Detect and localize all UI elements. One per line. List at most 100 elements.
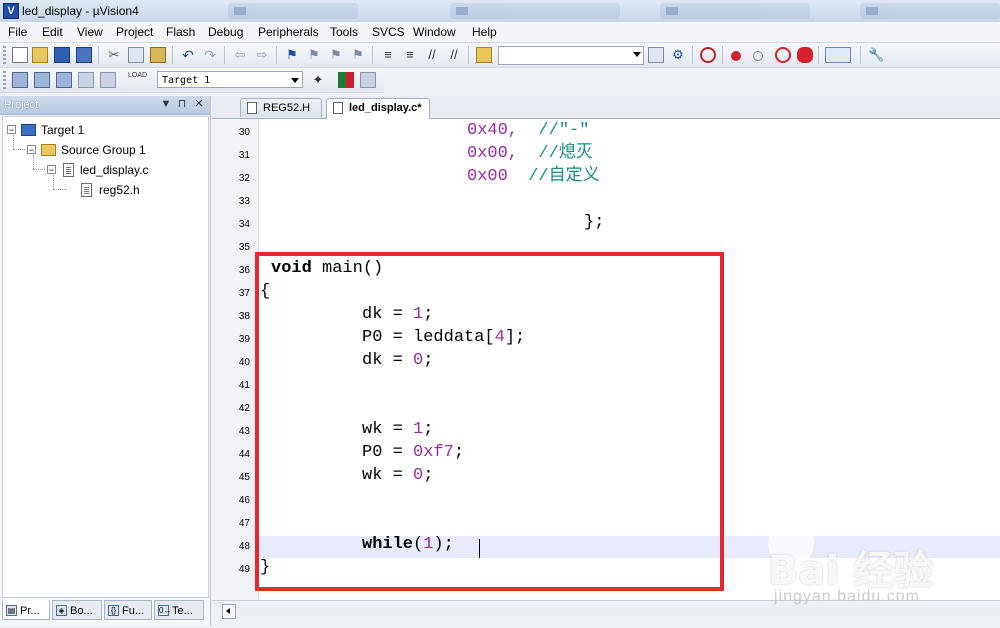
undo-icon[interactable]: ↶ xyxy=(180,47,196,63)
target-options-icon[interactable]: ✦ xyxy=(310,72,326,88)
menu-debug[interactable]: Debug xyxy=(208,25,243,39)
breakpoint-insert-icon[interactable] xyxy=(731,51,741,61)
folder-icon xyxy=(41,144,56,156)
menu-flash[interactable]: Flash xyxy=(166,25,195,39)
redo-icon[interactable]: ↷ xyxy=(202,47,218,63)
find-combobox[interactable] xyxy=(498,46,644,65)
chevron-down-icon[interactable] xyxy=(633,52,641,57)
code-line-39: P0 = leddata[4]; xyxy=(362,328,525,348)
rebuild-icon[interactable] xyxy=(56,72,72,88)
tab-functions-label: Fu... xyxy=(122,605,145,617)
panel-close-icon[interactable]: ✕ xyxy=(193,98,205,110)
line-number: 46 xyxy=(238,495,250,506)
tab-reg52-h[interactable]: REG52.H xyxy=(240,98,322,117)
window-layout-dropdown-icon[interactable] xyxy=(825,47,851,63)
paste-icon[interactable] xyxy=(150,47,166,63)
tree-label-reg52-h: reg52.h xyxy=(99,183,140,197)
save-icon[interactable] xyxy=(54,47,70,63)
editor-horizontal-scrollbar[interactable] xyxy=(212,600,1000,621)
toolbar-grip[interactable] xyxy=(3,71,6,89)
code-line-48: while(1); xyxy=(362,535,454,555)
nav-back-icon[interactable]: ⇦ xyxy=(232,47,248,63)
tab-project[interactable]: ▤ Pr... xyxy=(2,600,50,620)
chevron-down-icon[interactable] xyxy=(291,78,299,83)
text-caret xyxy=(479,539,480,558)
debug-session-icon[interactable] xyxy=(700,47,716,63)
breakpoint-disable-icon[interactable] xyxy=(753,51,763,61)
collapse-toggle-icon[interactable]: − xyxy=(27,145,36,155)
document-icon xyxy=(333,102,343,114)
comment-icon[interactable]: // xyxy=(424,47,440,63)
breakpoint-kill-all-icon[interactable] xyxy=(775,47,791,63)
menu-peripherals[interactable]: Peripherals xyxy=(258,25,319,39)
open-folder-icon[interactable] xyxy=(32,47,48,63)
select-packet-icon[interactable] xyxy=(360,72,376,88)
uncomment-icon[interactable]: // xyxy=(446,47,462,63)
bookmark-prev-icon[interactable]: ⚑ xyxy=(306,47,322,63)
code-number: 0 xyxy=(413,466,424,485)
line-number: 44 xyxy=(238,449,250,460)
line-number: 41 xyxy=(238,380,250,391)
menu-edit[interactable]: Edit xyxy=(42,25,63,39)
code-line-34: }; xyxy=(584,213,605,232)
code-token: ; xyxy=(423,466,434,485)
stop-build-icon[interactable] xyxy=(100,72,116,88)
menu-help[interactable]: Help xyxy=(472,25,497,39)
tab-functions[interactable]: {} Fu... xyxy=(104,600,152,620)
menu-svcs[interactable]: SVCS xyxy=(372,25,405,39)
code-number: 4 xyxy=(494,328,505,347)
code-line-30: 0x40, //"-" xyxy=(467,121,589,141)
manage-components-icon[interactable] xyxy=(338,72,354,88)
project-panel-title: Project xyxy=(4,99,39,111)
menu-tools[interactable]: Tools xyxy=(330,25,358,39)
target-select-value: Target 1 xyxy=(162,75,211,86)
translate-icon[interactable] xyxy=(12,72,28,88)
tab-books-label: Bo... xyxy=(70,605,93,617)
batch-build-icon[interactable] xyxy=(78,72,94,88)
indent-icon[interactable]: ≡ xyxy=(380,47,396,63)
code-number: 0 xyxy=(413,351,424,370)
menu-bar: File Edit View Project Flash Debug Perip… xyxy=(0,22,1000,43)
menu-window[interactable]: Window xyxy=(413,25,456,39)
line-number: 33 xyxy=(238,196,250,207)
bookmark-next-icon[interactable]: ⚑ xyxy=(328,47,344,63)
code-editor[interactable]: 30 31 32 33 34 35 36 37 38 39 40 41 42 4… xyxy=(212,119,1000,600)
configure-wrench-icon[interactable]: 🔧 xyxy=(868,47,884,63)
menu-project[interactable]: Project xyxy=(116,25,153,39)
build-icon[interactable] xyxy=(34,72,50,88)
tab-templates[interactable]: 0→ Te... xyxy=(154,600,204,620)
target-select[interactable]: Target 1 xyxy=(157,71,303,88)
menu-file[interactable]: File xyxy=(8,25,27,39)
breakpoint-disable-all-icon[interactable] xyxy=(797,47,813,63)
toolbar-grip[interactable] xyxy=(3,46,6,64)
tab-books[interactable]: ◈ Bo... xyxy=(52,600,102,620)
save-all-icon[interactable] xyxy=(76,47,92,63)
new-file-icon[interactable] xyxy=(12,47,28,63)
tab-project-label: Pr... xyxy=(20,605,40,617)
code-number: 1 xyxy=(423,535,434,554)
download-load-icon[interactable]: LOAD xyxy=(128,72,147,88)
nav-forward-icon[interactable]: ⇨ xyxy=(254,47,270,63)
collapse-toggle-icon[interactable]: − xyxy=(7,125,16,135)
line-number: 36 xyxy=(238,265,250,276)
tab-reg52-h-label: REG52.H xyxy=(263,102,311,114)
bookmark-clear-icon[interactable]: ⚑ xyxy=(350,47,366,63)
code-token: main() xyxy=(311,259,384,278)
incremental-find-icon[interactable] xyxy=(648,47,664,63)
tab-led-display-c[interactable]: led_display.c* xyxy=(326,98,430,119)
code-token: ( xyxy=(413,535,424,554)
menu-view[interactable]: View xyxy=(77,25,103,39)
code-token: ; xyxy=(423,351,434,370)
cut-icon[interactable]: ✂ xyxy=(106,47,122,63)
copy-icon[interactable] xyxy=(128,47,144,63)
unindent-icon[interactable]: ≡ xyxy=(402,47,418,63)
panel-menu-icon[interactable]: ▼ xyxy=(160,98,172,110)
find-icon[interactable]: ⚙ xyxy=(670,47,686,63)
scroll-left-arrow-icon[interactable] xyxy=(222,604,236,619)
find-in-files-icon[interactable] xyxy=(476,47,492,63)
panel-pin-icon[interactable]: ⊓ xyxy=(176,98,188,110)
uvision-app-icon: V xyxy=(3,3,19,19)
collapse-toggle-icon[interactable]: − xyxy=(47,165,56,175)
code-keyword: void xyxy=(271,259,312,278)
bookmark-toggle-icon[interactable]: ⚑ xyxy=(284,47,300,63)
